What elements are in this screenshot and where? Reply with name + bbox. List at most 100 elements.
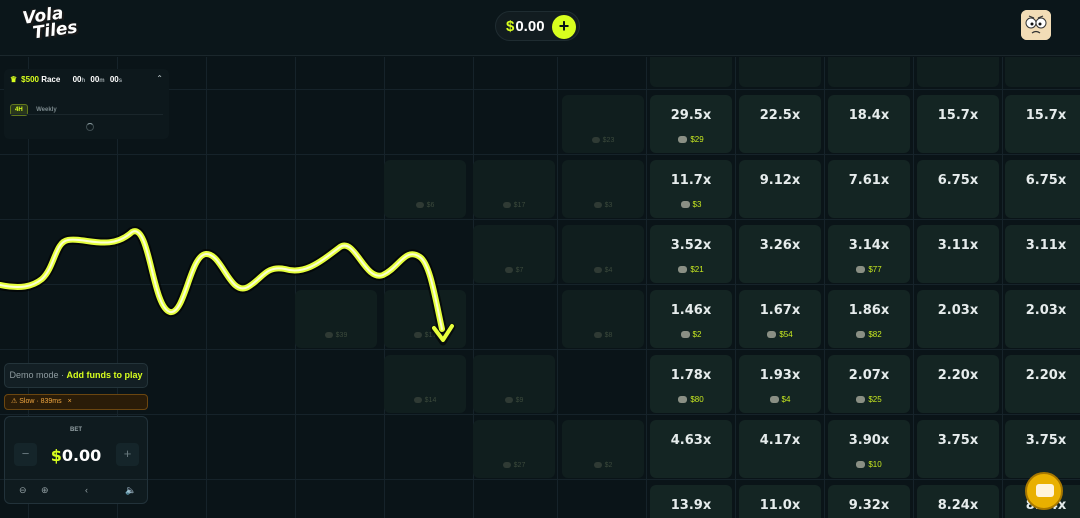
bet-chip-label: $4 (739, 395, 821, 404)
bet-chip-value: $77 (868, 265, 882, 274)
tile[interactable] (828, 57, 910, 87)
past-bet-value: $8 (604, 332, 613, 339)
mute-icon[interactable]: 🔈 (125, 485, 136, 496)
grid-line (646, 57, 647, 518)
multiplier-tile[interactable]: 2.20x (917, 355, 999, 413)
past-tile: $8 (562, 290, 644, 348)
multiplier-tile[interactable]: 6.75x (917, 160, 999, 218)
race-seconds: 00 (109, 75, 119, 84)
tile[interactable] (917, 57, 999, 87)
past-tile: $9 (473, 355, 555, 413)
multiplier-value: 3.52x (670, 238, 712, 253)
multiplier-tile[interactable]: 3.26x (739, 225, 821, 283)
coin-icon (678, 396, 688, 404)
multiplier-tile[interactable]: 7.61x (828, 160, 910, 218)
zoom-in-icon[interactable]: ⊕ (41, 485, 49, 496)
multiplier-tile[interactable]: 3.75x (1005, 420, 1080, 478)
coin-icon (591, 137, 600, 144)
race-header[interactable]: ♛ $500 Race 00h 00m 00s (10, 75, 125, 84)
tile[interactable] (1005, 57, 1080, 87)
multiplier-tile[interactable]: 3.11x (1005, 225, 1080, 283)
multiplier-tile[interactable]: 1.46x $2 (650, 290, 732, 348)
bet-chip-label: $2 (650, 330, 732, 339)
multiplier-tile[interactable]: 1.86x $82 (828, 290, 910, 348)
coin-icon (504, 397, 513, 404)
multiplier-value: 2.03x (937, 303, 979, 318)
coin-icon (502, 462, 511, 469)
coin-icon (678, 266, 688, 274)
multiplier-tile[interactable]: 3.75x (917, 420, 999, 478)
loading-spinner-icon (86, 123, 94, 131)
multiplier-value: 11.0x (759, 498, 801, 513)
chevron-left-icon[interactable]: ‹ (85, 485, 88, 495)
add-funds-button[interactable]: + (552, 15, 576, 39)
demo-separator: · (61, 370, 65, 380)
bet-panel: BET − $0.00 + ⊖ ⊕ ‹ 🔈 (4, 416, 148, 504)
multiplier-tile[interactable]: 2.20x (1005, 355, 1080, 413)
latency-text: Slow · 839ms (19, 398, 62, 405)
multiplier-tile[interactable]: 13.9x (650, 485, 732, 518)
multiplier-tile[interactable]: 2.03x (917, 290, 999, 348)
past-tile: $17 (473, 160, 555, 218)
multiplier-tile[interactable]: 9.12x (739, 160, 821, 218)
grid-line (824, 57, 825, 518)
multiplier-tile[interactable]: 15.7x (1005, 95, 1080, 153)
multiplier-tile[interactable]: 11.0x (739, 485, 821, 518)
add-funds-link[interactable]: Add funds to play (67, 370, 143, 380)
multiplier-value: 1.67x (759, 303, 801, 318)
multiplier-tile[interactable]: 11.7x $3 (650, 160, 732, 218)
coin-icon (856, 461, 866, 469)
multiplier-tile[interactable]: 1.78x $80 (650, 355, 732, 413)
multiplier-value: 1.93x (759, 368, 801, 383)
demo-mode-text: Demo mode (9, 370, 59, 380)
coin-icon (856, 266, 866, 274)
multiplier-tile[interactable]: 15.7x (917, 95, 999, 153)
tile[interactable] (650, 57, 732, 87)
chevron-up-icon[interactable]: ⌃ (156, 74, 163, 83)
bet-chip-label: $21 (650, 265, 732, 274)
multiplier-tile[interactable]: 3.90x $10 (828, 420, 910, 478)
multiplier-value: 9.12x (759, 173, 801, 188)
multiplier-tile[interactable]: 2.03x (1005, 290, 1080, 348)
multiplier-tile[interactable]: 18.4x (828, 95, 910, 153)
bet-chip-label: $80 (650, 395, 732, 404)
multiplier-value: 3.26x (759, 238, 801, 253)
multiplier-value: 15.7x (937, 108, 979, 123)
multiplier-tile[interactable]: 3.14x $77 (828, 225, 910, 283)
multiplier-tile[interactable]: 8.24x (917, 485, 999, 518)
multiplier-value: 29.5x (670, 108, 712, 123)
tile[interactable] (739, 57, 821, 87)
chat-button[interactable] (1025, 472, 1063, 510)
multiplier-tile[interactable]: 29.5x $29 (650, 95, 732, 153)
logo[interactable]: Vola Tiles (21, 3, 81, 48)
past-bet-value: $17 (513, 202, 526, 209)
coin-icon (767, 331, 777, 339)
multiplier-tile[interactable]: 9.32x (828, 485, 910, 518)
multiplier-tile[interactable]: 1.93x $4 (739, 355, 821, 413)
bet-chip-label: $25 (828, 395, 910, 404)
increase-bet-button[interactable]: + (116, 443, 139, 466)
avatar[interactable] (1021, 10, 1051, 40)
multiplier-tile[interactable]: 6.75x (1005, 160, 1080, 218)
multiplier-tile[interactable]: 3.52x $21 (650, 225, 732, 283)
coin-icon (593, 202, 602, 209)
multiplier-tile[interactable]: 1.67x $54 (739, 290, 821, 348)
close-icon[interactable]: × (68, 398, 72, 405)
zoom-out-icon[interactable]: ⊖ (19, 485, 27, 496)
multiplier-tile[interactable]: 4.63x (650, 420, 732, 478)
balance-pill: $0.00 + (495, 11, 580, 41)
multiplier-tile[interactable]: 3.11x (917, 225, 999, 283)
multiplier-value: 2.07x (848, 368, 890, 383)
multiplier-value: 6.75x (937, 173, 979, 188)
past-tile: $2 (562, 420, 644, 478)
bet-chip-label: $77 (828, 265, 910, 274)
multiplier-tile[interactable]: 2.07x $25 (828, 355, 910, 413)
multiplier-tile[interactable]: 4.17x (739, 420, 821, 478)
multiplier-tile[interactable]: 22.5x (739, 95, 821, 153)
past-bet-value: $3 (604, 202, 613, 209)
past-bet-label: $17 (473, 202, 555, 209)
multiplier-value: 3.75x (1025, 433, 1067, 448)
coin-icon (593, 332, 602, 339)
multiplier-value: 4.17x (759, 433, 801, 448)
demo-banner[interactable]: Demo mode · Add funds to play (4, 363, 148, 388)
